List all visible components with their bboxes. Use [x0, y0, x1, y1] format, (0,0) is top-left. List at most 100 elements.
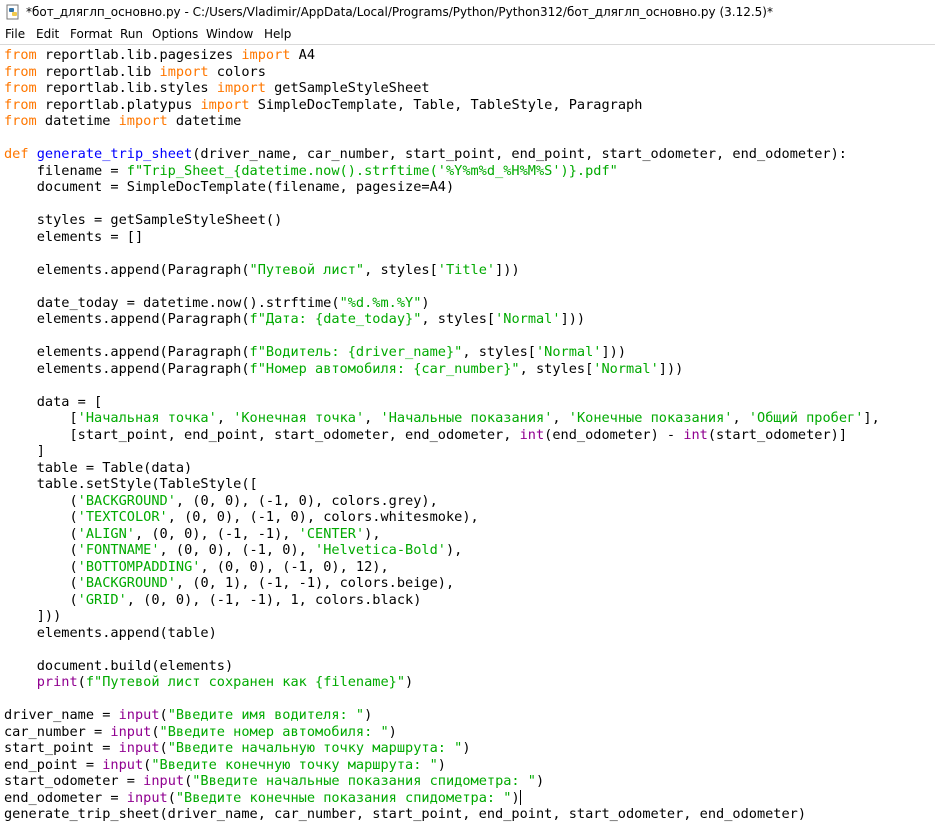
menu-edit[interactable]: Edit — [36, 24, 59, 44]
window-title: *бот_дляглп_основно.py - C:/Users/Vladim… — [26, 5, 773, 19]
code-token: [start_point, end_point, start_odometer,… — [4, 426, 520, 443]
code-token: elements.append(Paragraph( — [4, 344, 250, 360]
code-token: ( — [159, 707, 168, 723]
code-line[interactable]: from reportlab.lib.styles import getSamp… — [4, 80, 880, 97]
code-line[interactable]: ('FONTNAME', (0, 0), (-1, 0), 'Helvetica… — [4, 542, 880, 559]
code-line[interactable]: document = SimpleDocTemplate(filename, p… — [4, 179, 880, 196]
code-line[interactable]: from datetime import datetime — [4, 113, 880, 130]
code-line[interactable]: ​ — [4, 245, 880, 262]
code-token: f"Номер автомобиля: {car_number}" — [249, 360, 520, 377]
code-line[interactable]: end_odometer = input("Введите конечные п… — [4, 789, 880, 807]
code-token: filename = — [4, 162, 127, 179]
code-token: , (0, 0), (-1, -1), 1, colors.black) — [126, 591, 422, 608]
code-token: ) — [437, 756, 446, 773]
code-token: , — [364, 410, 381, 426]
code-token: ) — [388, 723, 397, 740]
code-token: styles = getSampleStyleSheet() — [4, 212, 283, 228]
code-line[interactable]: ('BACKGROUND', (0, 1), (-1, -1), colors.… — [4, 575, 880, 592]
code-text[interactable]: from reportlab.lib.pagesizes import A4 fr… — [4, 47, 880, 823]
code-token: datetime — [167, 113, 242, 129]
code-token: 'GRID' — [77, 591, 127, 608]
code-line[interactable]: end_point = input("Введите конечную точк… — [4, 757, 880, 774]
code-token: ( — [167, 789, 176, 806]
code-line[interactable]: table = Table(data) — [4, 460, 880, 477]
code-token: elements = [] — [4, 228, 144, 245]
code-token: import — [200, 96, 250, 113]
code-token: 'BACKGROUND' — [77, 575, 176, 591]
code-line[interactable]: elements.append(Paragraph(f"Дата: {date_… — [4, 311, 880, 328]
code-line[interactable]: ​ — [4, 278, 880, 295]
code-line[interactable]: styles = getSampleStyleSheet() — [4, 212, 880, 229]
code-line[interactable]: driver_name = input("Введите имя водител… — [4, 707, 880, 724]
code-line[interactable]: ('BACKGROUND', (0, 0), (-1, 0), colors.g… — [4, 493, 880, 510]
code-token: ) — [462, 740, 471, 756]
code-line[interactable]: ​ — [4, 196, 880, 213]
code-token: end_odometer = — [4, 789, 127, 806]
code-token: reportlab.lib — [36, 63, 160, 80]
code-line[interactable]: def generate_trip_sheet(driver_name, car… — [4, 146, 880, 163]
code-line[interactable]: elements.append(table) — [4, 625, 880, 642]
code-line[interactable]: elements.append(Paragraph(f"Водитель: {d… — [4, 344, 880, 361]
code-line[interactable]: car_number = input("Введите номер автомо… — [4, 724, 880, 741]
code-line[interactable]: from reportlab.lib import colors — [4, 64, 880, 81]
code-line[interactable]: data = [ — [4, 394, 880, 411]
code-token: ) — [511, 789, 520, 806]
code-line[interactable]: ['Начальная точка', 'Конечная точка', 'Н… — [4, 410, 879, 427]
code-token: SimpleDocTemplate, Table, TableStyle, Pa… — [249, 96, 643, 113]
code-line[interactable]: ​ — [4, 641, 880, 658]
code-line[interactable]: filename = f"Trip_Sheet_{datetime.now().… — [4, 163, 880, 180]
code-line[interactable]: ('GRID', (0, 0), (-1, -1), 1, colors.bla… — [4, 592, 880, 609]
code-token: , styles[ — [421, 311, 496, 327]
code-line[interactable]: from reportlab.platypus import SimpleDoc… — [4, 97, 880, 114]
code-token: , (0, 0), (-1, -1), — [134, 525, 299, 542]
code-line[interactable]: document.build(elements) — [4, 658, 880, 675]
code-line[interactable]: ​ — [4, 130, 880, 147]
code-line[interactable]: elements.append(Paragraph(f"Номер автомо… — [4, 361, 880, 378]
code-line[interactable]: from reportlab.lib.pagesizes import A4 — [4, 47, 880, 64]
code-token: ( — [77, 674, 86, 690]
code-line[interactable]: elements = [] — [4, 229, 880, 246]
code-line[interactable]: ​ — [4, 328, 880, 345]
menu-help[interactable]: Help — [264, 24, 291, 44]
code-token: ) — [364, 707, 373, 723]
code-token: from — [4, 80, 37, 96]
code-token: document = SimpleDocTemplate(filename, p… — [4, 179, 455, 195]
code-token: , — [216, 410, 234, 426]
code-line[interactable]: ('ALIGN', (0, 0), (-1, -1), 'CENTER'), — [4, 526, 880, 543]
code-line[interactable]: ] — [4, 443, 880, 460]
menu-run[interactable]: Run — [120, 24, 143, 44]
code-token: generate_trip_sheet — [36, 146, 193, 162]
code-line[interactable]: print(f"Путевой лист сохранен как {filen… — [4, 674, 880, 691]
code-token: , styles[ — [519, 360, 594, 377]
code-line[interactable]: date_today = datetime.now().strftime("%d… — [4, 295, 880, 312]
code-line[interactable]: ​ — [4, 691, 880, 708]
code-line[interactable]: table.setStyle(TableStyle([ — [4, 476, 880, 493]
code-token: ( — [4, 542, 78, 558]
code-line[interactable]: ​ — [4, 377, 880, 394]
code-line[interactable]: elements.append(Paragraph("Путевой лист"… — [4, 262, 880, 279]
code-token: ( — [4, 509, 78, 525]
code-token: print — [36, 674, 78, 690]
code-line[interactable]: generate_trip_sheet(driver_name, car_num… — [4, 806, 880, 823]
code-line[interactable]: ])) — [4, 608, 880, 625]
code-line[interactable]: ('TEXTCOLOR', (0, 0), (-1, 0), colors.wh… — [4, 509, 880, 526]
title-bar[interactable]: *бот_дляглп_основно.py - C:/Users/Vladim… — [0, 0, 935, 24]
code-token: 'Конечные показания' — [568, 410, 733, 426]
menu-options[interactable]: Options — [152, 24, 198, 44]
menu-file[interactable]: File — [5, 24, 25, 44]
code-token: 'Normal' — [536, 344, 602, 360]
code-token: "Введите конечные показания спидометра: … — [175, 789, 512, 806]
menu-format[interactable]: Format — [70, 24, 112, 44]
code-token: input — [118, 740, 160, 756]
code-line[interactable]: start_odometer = input("Введите начальны… — [4, 773, 880, 790]
code-editor[interactable]: from reportlab.lib.pagesizes import A4 fr… — [0, 44, 935, 828]
code-line[interactable]: [start_point, end_point, start_odometer,… — [4, 427, 880, 444]
code-token: 'Начальные показания' — [380, 410, 553, 426]
code-token: reportlab.platypus — [36, 96, 201, 113]
menu-window[interactable]: Window — [206, 24, 253, 44]
code-token: ( — [4, 492, 78, 509]
code-line[interactable]: ('BOTTOMPADDING', (0, 0), (-1, 0), 12), — [4, 559, 880, 576]
code-token: , (0, 0), (-1, 0), colors.whitesmoke), — [167, 509, 479, 525]
code-line[interactable]: start_point = input("Введите начальную т… — [4, 740, 880, 757]
